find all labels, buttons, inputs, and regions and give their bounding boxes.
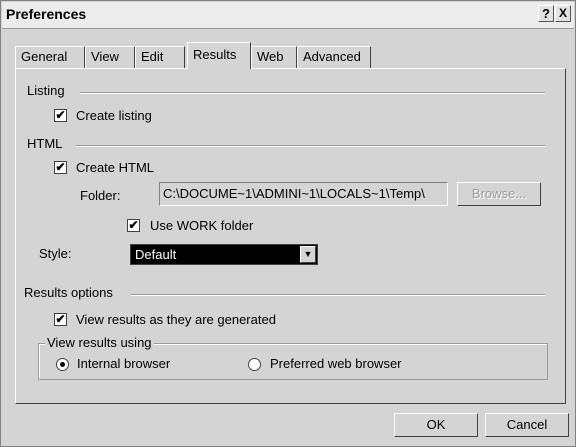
- tab-results[interactable]: Results: [187, 42, 251, 69]
- create-listing-checkbox[interactable]: ✔: [54, 109, 67, 122]
- html-group-label: HTML: [27, 136, 63, 151]
- preferences-dialog: Preferences ? X General View Edit Result…: [0, 0, 576, 447]
- help-button[interactable]: ?: [538, 5, 554, 22]
- create-listing-label[interactable]: Create listing: [76, 108, 152, 123]
- tab-general[interactable]: General: [15, 46, 85, 68]
- style-dropdown[interactable]: Default ▼: [130, 244, 318, 265]
- radio-selected-dot: [60, 362, 65, 367]
- preferred-browser-radio[interactable]: [248, 358, 261, 371]
- use-work-folder-checkbox[interactable]: ✔: [127, 219, 140, 232]
- internal-browser-radio[interactable]: [56, 358, 69, 371]
- view-results-label[interactable]: View results as they are generated: [76, 312, 276, 327]
- create-html-label[interactable]: Create HTML: [76, 160, 154, 175]
- ok-button[interactable]: OK: [394, 413, 478, 437]
- tab-view[interactable]: View: [85, 46, 135, 68]
- view-results-checkbox[interactable]: ✔: [54, 313, 67, 326]
- internal-browser-label[interactable]: Internal browser: [77, 356, 170, 371]
- view-results-using-label: View results using: [45, 335, 154, 350]
- use-work-folder-label[interactable]: Use WORK folder: [150, 218, 253, 233]
- listing-group-label: Listing: [27, 83, 65, 98]
- results-tab-panel: Listing ✔ Create listing HTML ✔ Create H…: [15, 68, 566, 404]
- results-options-group-label: Results options: [24, 285, 113, 300]
- tab-edit[interactable]: Edit: [135, 46, 185, 68]
- title-bar[interactable]: Preferences ? X: [2, 2, 574, 29]
- close-button[interactable]: X: [555, 5, 571, 22]
- results-options-divider: [131, 294, 545, 296]
- create-html-checkbox[interactable]: ✔: [54, 161, 67, 174]
- browse-button[interactable]: Browse...: [457, 182, 541, 206]
- tab-advanced[interactable]: Advanced: [297, 46, 371, 68]
- listing-divider: [80, 92, 545, 94]
- tab-web[interactable]: Web: [251, 46, 297, 68]
- folder-label: Folder:: [80, 188, 121, 203]
- style-label: Style:: [39, 246, 72, 261]
- chevron-down-icon[interactable]: ▼: [300, 246, 316, 263]
- view-results-using-group: View results using Internal browser Pref…: [38, 335, 548, 380]
- window-title: Preferences: [6, 6, 87, 22]
- cancel-button[interactable]: Cancel: [485, 413, 569, 437]
- preferred-browser-label[interactable]: Preferred web browser: [270, 356, 402, 371]
- folder-field[interactable]: C:\DOCUME~1\ADMINI~1\LOCALS~1\Temp\: [159, 182, 448, 206]
- html-divider: [76, 145, 545, 147]
- style-dropdown-value: Default: [135, 247, 177, 262]
